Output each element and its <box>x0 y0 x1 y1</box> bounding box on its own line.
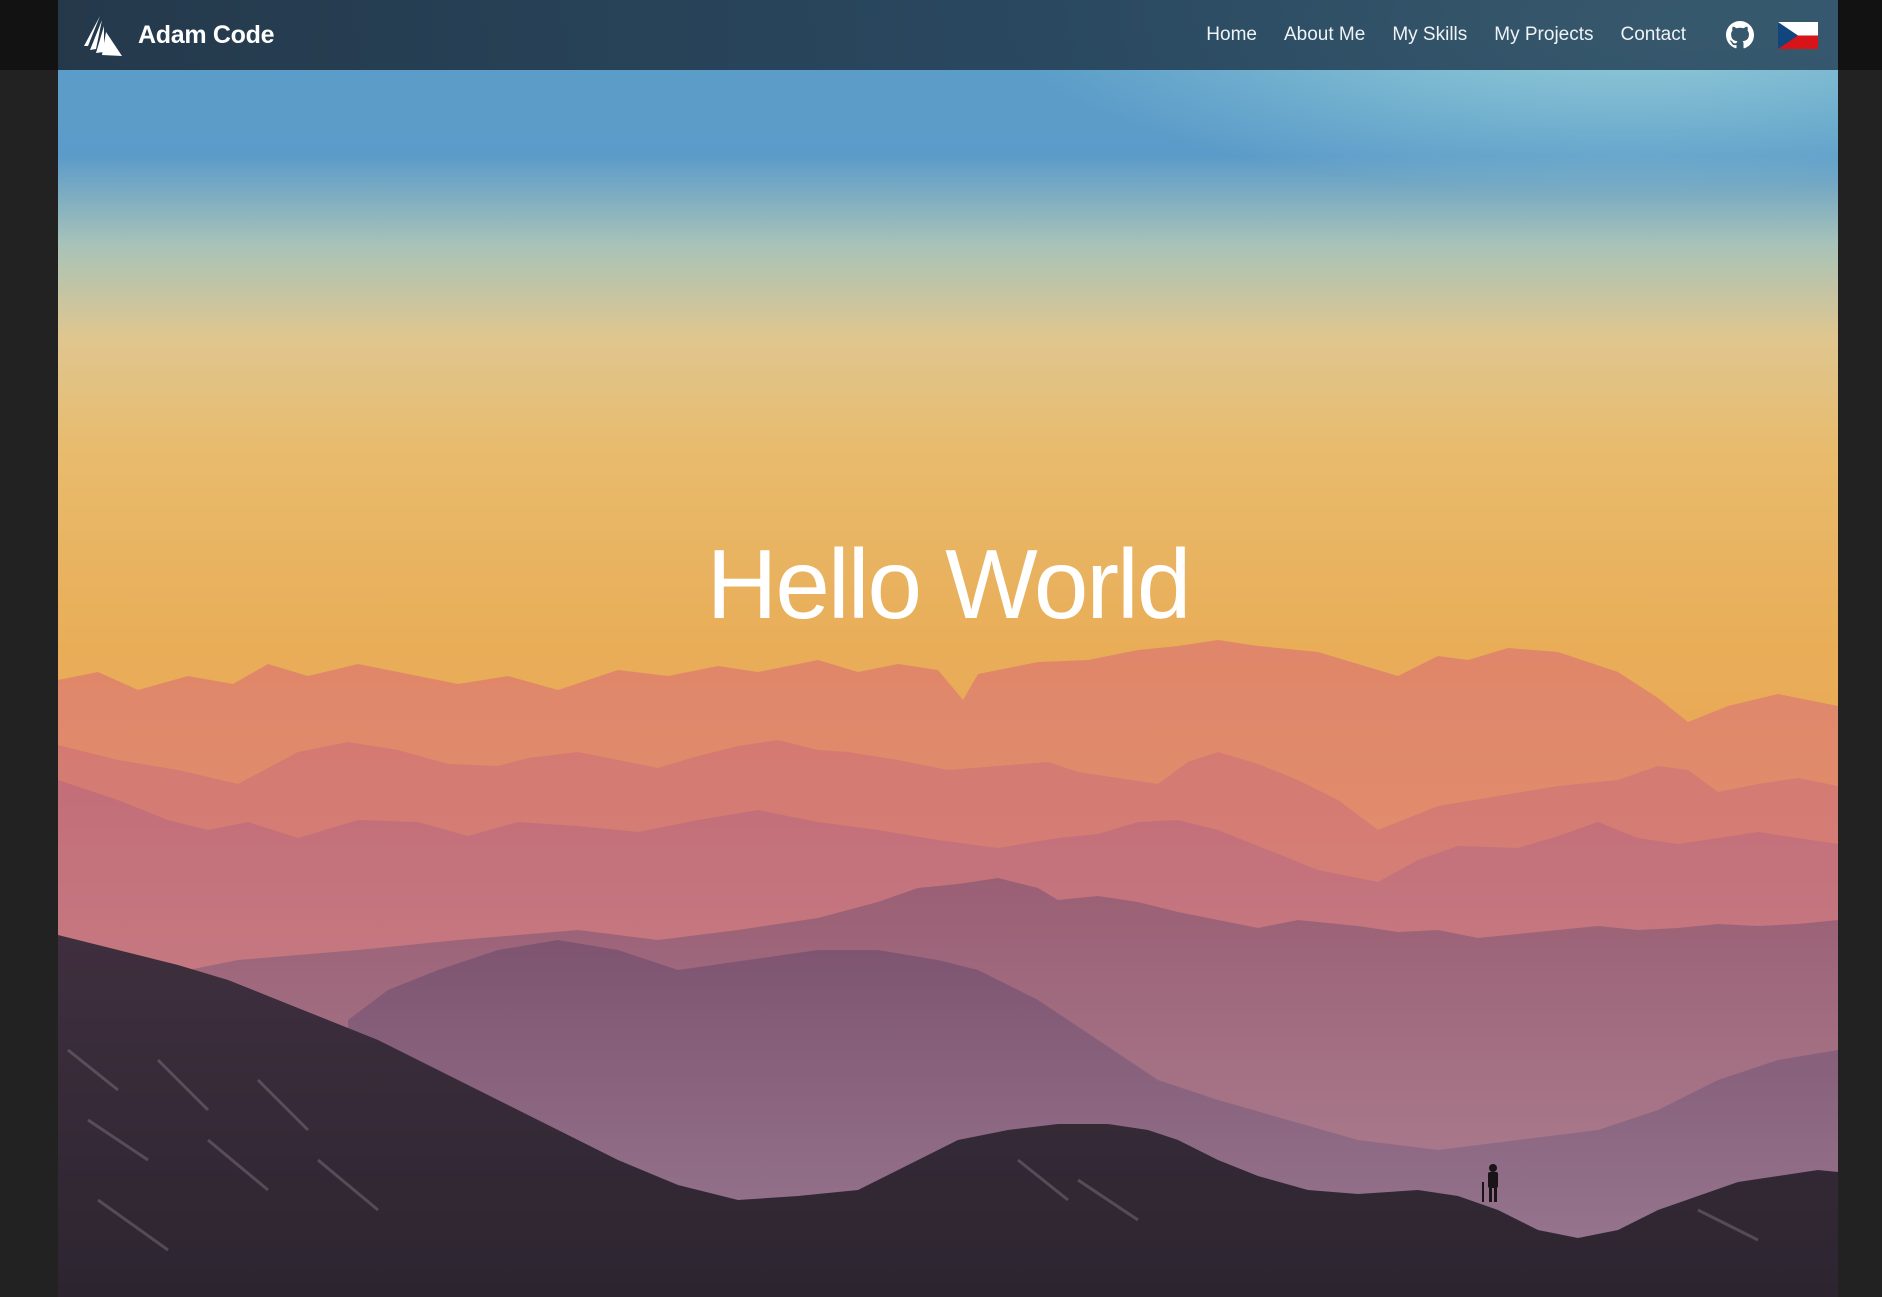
nav-icons <box>1726 21 1818 49</box>
navbar: Adam Code Home About Me My Skills My Pro… <box>58 0 1838 70</box>
brand-link[interactable]: Adam Code <box>78 12 275 58</box>
brand-name: Adam Code <box>138 20 275 49</box>
nav-my-projects[interactable]: My Projects <box>1494 24 1593 46</box>
nav-contact[interactable]: Contact <box>1621 24 1686 46</box>
nav-my-skills[interactable]: My Skills <box>1392 24 1467 46</box>
nav-home[interactable]: Home <box>1206 24 1257 46</box>
nav-about-me[interactable]: About Me <box>1284 24 1365 46</box>
site-frame: Adam Code Home About Me My Skills My Pro… <box>58 0 1838 1297</box>
hero-background <box>58 0 1838 1297</box>
page: Adam Code Home About Me My Skills My Pro… <box>0 0 1882 1297</box>
hero-title: Hello World <box>706 529 1192 639</box>
stacked-sails-logo-icon <box>84 16 122 56</box>
github-icon[interactable] <box>1726 21 1754 49</box>
nav-links: Home About Me My Skills My Projects Cont… <box>1206 24 1686 46</box>
czech-flag-icon[interactable] <box>1778 21 1818 49</box>
